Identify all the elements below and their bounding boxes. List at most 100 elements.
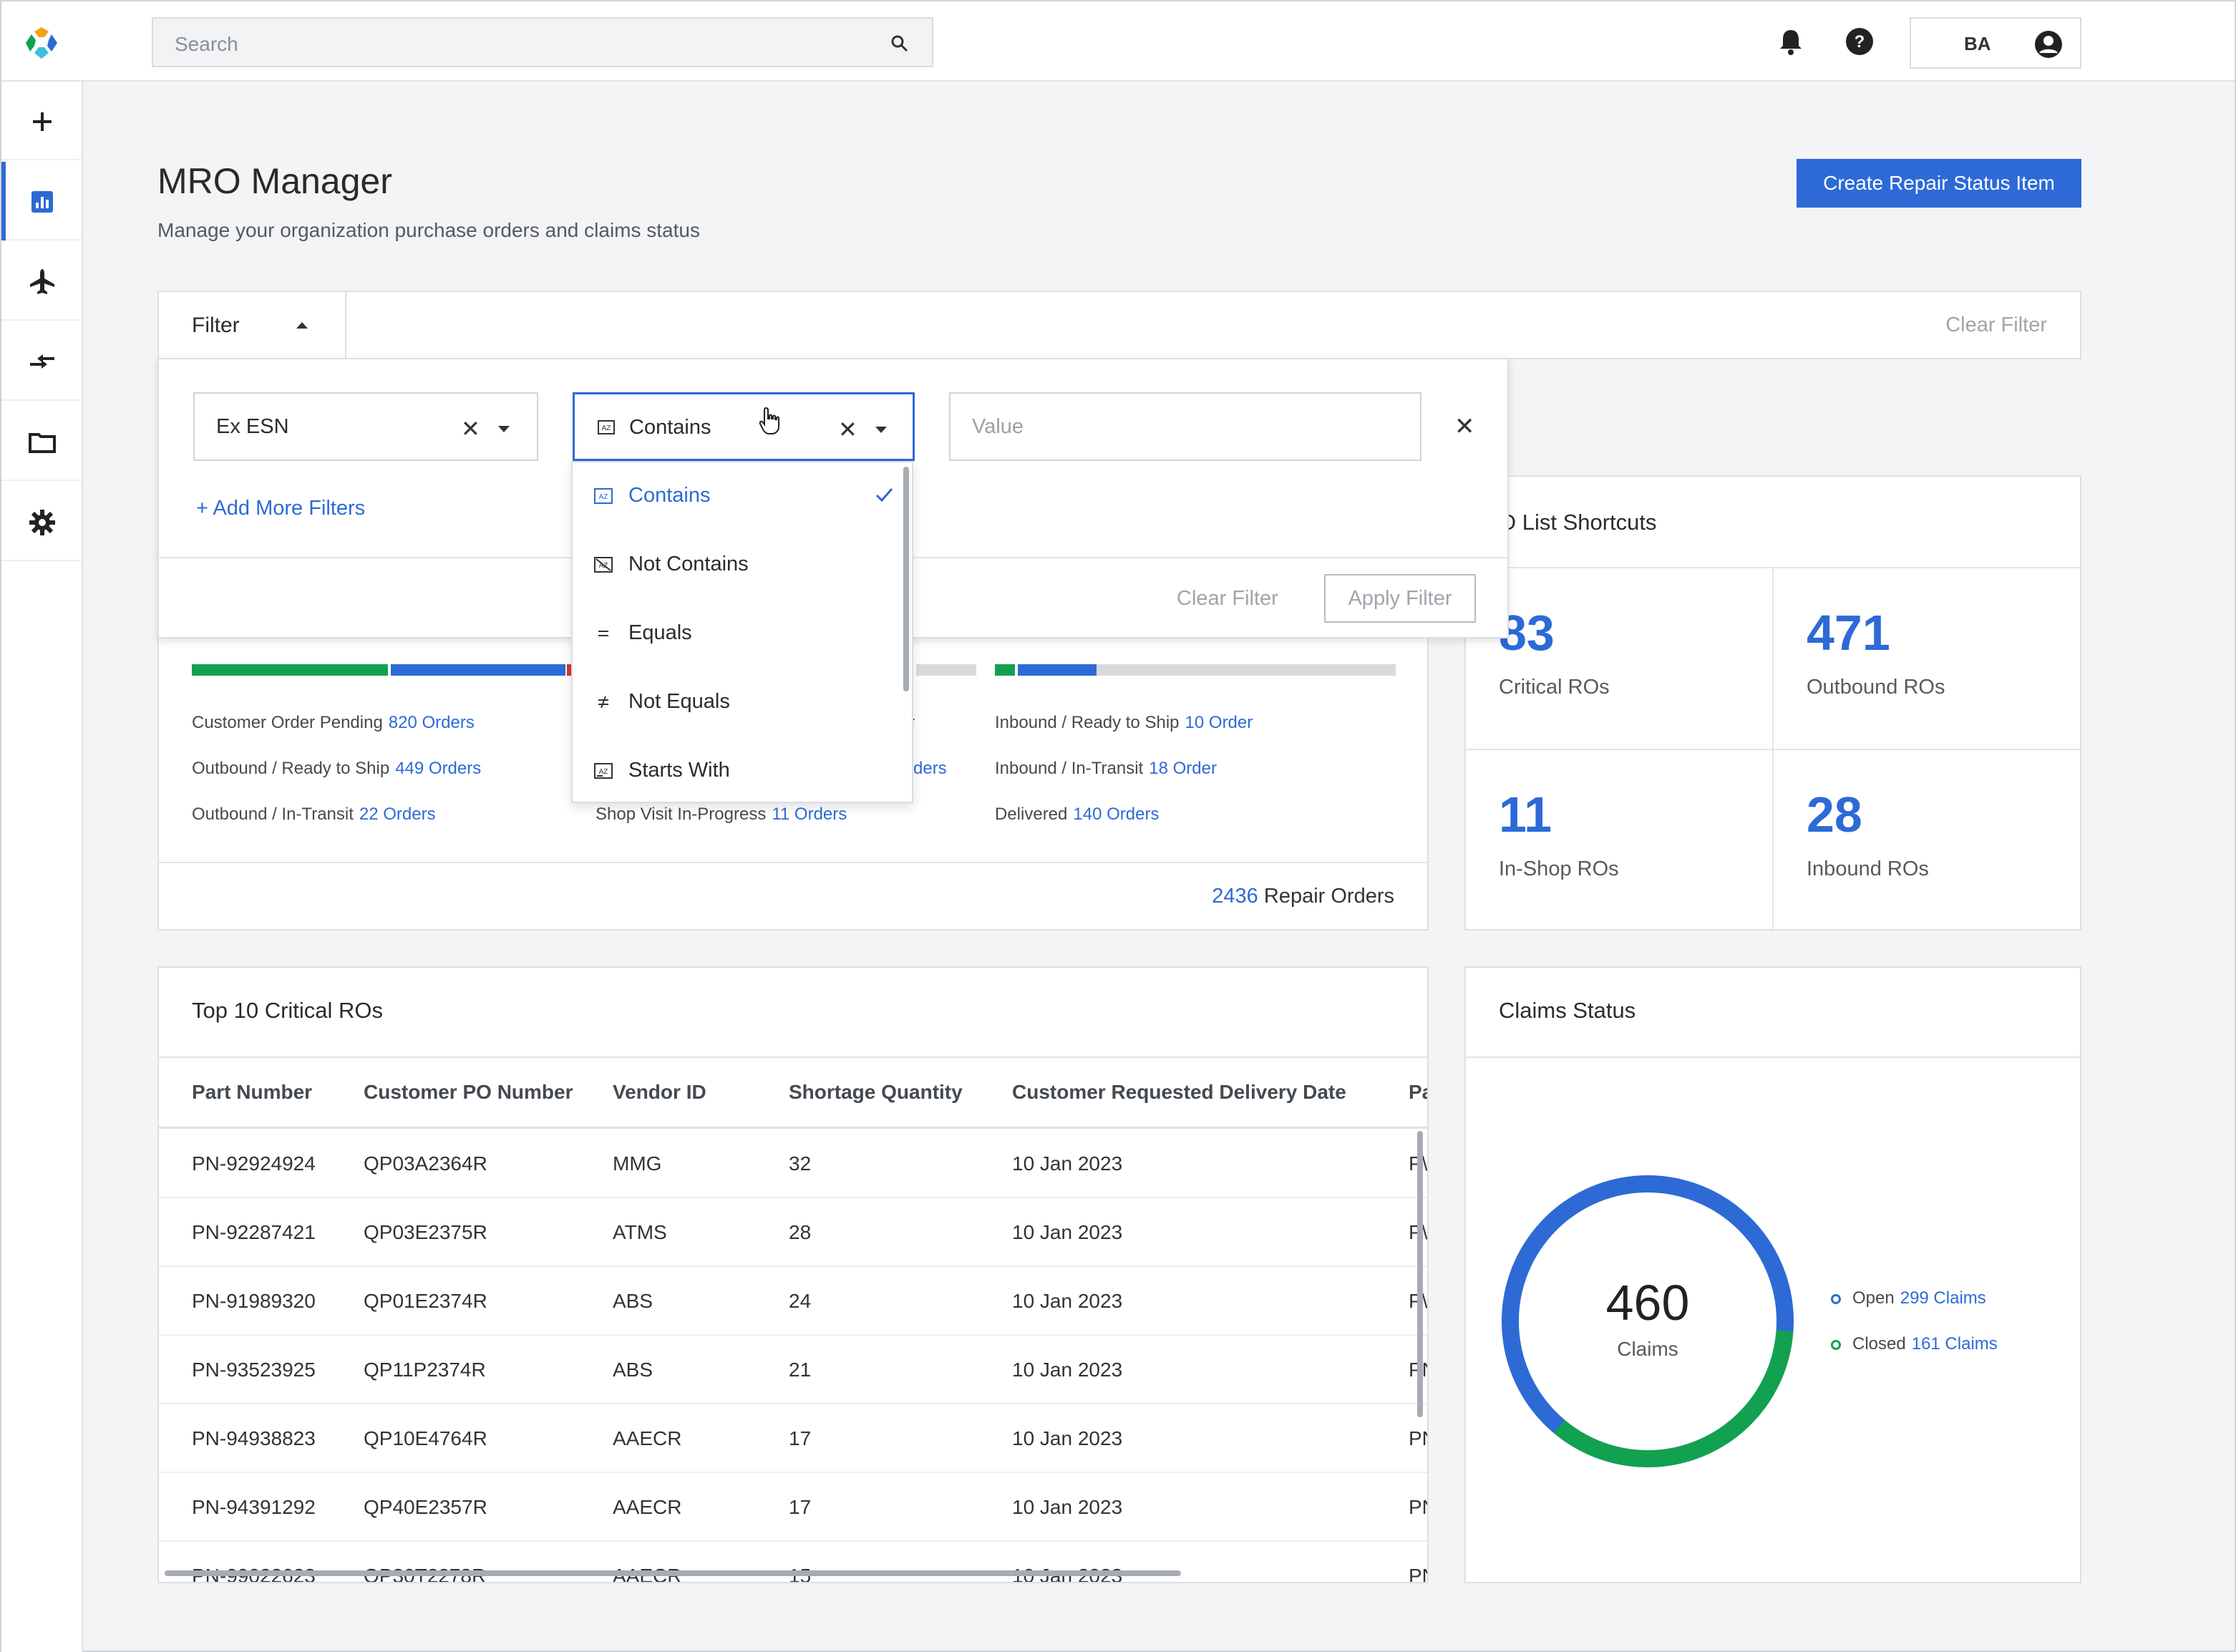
table-row[interactable]: PN-93523925 QP11P2374R ABS 21 10 Jan 202… bbox=[159, 1336, 1427, 1404]
filter-toggle[interactable]: Filter bbox=[159, 292, 346, 359]
option-label: Not Equals bbox=[628, 690, 730, 713]
table-row[interactable]: PN-92924924 QP03A2364R MMG 32 10 Jan 202… bbox=[159, 1129, 1427, 1198]
hand-cursor-icon bbox=[759, 407, 779, 434]
claims-title: Claims Status bbox=[1499, 998, 1636, 1023]
shortcut-in-shop[interactable]: 11 In-Shop ROs bbox=[1466, 750, 1774, 932]
transfer-icon bbox=[30, 354, 54, 369]
operator-option-not-equals[interactable]: Not Equals bbox=[573, 669, 902, 737]
sidebar-item-files[interactable] bbox=[1, 402, 82, 481]
status-label: Delivered bbox=[995, 805, 1068, 824]
option-label: Equals bbox=[628, 621, 692, 644]
column-header-delivery-date[interactable]: Customer Requested Delivery Date bbox=[1012, 1081, 1346, 1104]
claims-donut-chart: 460 Claims bbox=[1502, 1175, 1794, 1467]
column-header-part-number[interactable]: Part Number bbox=[192, 1081, 312, 1104]
table-row[interactable]: PN-99022623 QP30T2278R AAECR 15 10 Jan 2… bbox=[159, 1542, 1427, 1582]
total-repair-orders-link[interactable]: 2436 bbox=[1212, 885, 1258, 908]
bell-icon[interactable] bbox=[1775, 26, 1807, 57]
table-row[interactable]: PN-94938823 QP10E4764R AAECR 17 10 Jan 2… bbox=[159, 1404, 1427, 1473]
svg-text:AZ: AZ bbox=[602, 424, 611, 432]
dropdown-scrollbar[interactable] bbox=[903, 467, 909, 691]
shortcut-critical[interactable]: 83 Critical ROs bbox=[1466, 568, 1774, 750]
operator-option-equals[interactable]: Equals bbox=[573, 600, 902, 669]
status-bar-inbound-green bbox=[995, 664, 1015, 676]
app-logo-icon[interactable] bbox=[23, 24, 60, 62]
chevron-down-icon[interactable] bbox=[498, 426, 510, 432]
sidebar-item-settings[interactable] bbox=[1, 482, 82, 561]
sidebar-item-transfers[interactable] bbox=[1, 322, 82, 401]
sidebar-item-create[interactable] bbox=[1, 82, 82, 160]
help-icon[interactable]: ? bbox=[1844, 26, 1875, 57]
status-link[interactable]: 18 Order bbox=[1149, 759, 1217, 778]
status-item: Outbound / In-Transit 22 Orders bbox=[192, 805, 436, 825]
claims-total-label: Claims bbox=[1617, 1338, 1678, 1360]
claims-status-card: Claims Status 460 Claims Open 299 Claims … bbox=[1464, 966, 2081, 1583]
sidebar bbox=[1, 82, 83, 1652]
status-link[interactable]: 22 Orders bbox=[359, 805, 436, 824]
clear-filter-button[interactable]: Clear Filter bbox=[1177, 587, 1278, 611]
status-link[interactable]: 10 Order bbox=[1185, 713, 1253, 732]
table-row[interactable]: PN-94391292 QP40E2357R AAECR 17 10 Jan 2… bbox=[159, 1473, 1427, 1542]
text-not-contains-icon: AZ bbox=[594, 557, 613, 573]
filter-operator-select[interactable]: AZ Contains ✕ bbox=[573, 392, 915, 461]
clear-operator-icon[interactable]: ✕ bbox=[838, 416, 857, 443]
remove-filter-icon[interactable]: ✕ bbox=[1454, 412, 1475, 441]
clear-field-icon[interactable]: ✕ bbox=[461, 415, 480, 442]
add-more-filters-link[interactable]: + Add More Filters bbox=[196, 497, 365, 520]
closed-claims-link[interactable]: 161 Claims bbox=[1912, 1334, 1998, 1354]
operator-option-contains[interactable]: AZ Contains bbox=[573, 462, 902, 531]
option-label: Contains bbox=[628, 484, 711, 507]
sidebar-item-dashboard[interactable] bbox=[1, 162, 82, 240]
horizontal-scrollbar[interactable] bbox=[165, 1570, 1181, 1576]
closed-legend: Closed 161 Claims bbox=[1852, 1334, 1998, 1354]
shortcut-inbound[interactable]: 28 Inbound ROs bbox=[1774, 750, 2081, 932]
column-header-shortage-qty[interactable]: Shortage Quantity bbox=[789, 1081, 963, 1104]
cell-delivery-date: 10 Jan 2023 bbox=[1012, 1221, 1123, 1243]
status-link-partial[interactable]: rders bbox=[908, 759, 947, 779]
vertical-scrollbar[interactable] bbox=[1417, 1131, 1423, 1417]
text-contains-icon: AZ bbox=[594, 488, 613, 504]
status-item: Delivered 140 Orders bbox=[995, 805, 1159, 825]
claims-total: 460 bbox=[1606, 1275, 1690, 1331]
top-bar: Search ? BA bbox=[1, 1, 2235, 82]
open-claims-link[interactable]: 299 Claims bbox=[1900, 1288, 1986, 1308]
status-link[interactable]: 449 Orders bbox=[395, 759, 481, 778]
column-header-customer-po[interactable]: Customer PO Number bbox=[364, 1081, 573, 1104]
status-link[interactable]: 820 Orders bbox=[389, 713, 475, 732]
status-bar-blue bbox=[391, 664, 565, 676]
clear-filter-link[interactable]: Clear Filter bbox=[1945, 314, 2047, 337]
status-bar-grey-mid bbox=[916, 664, 976, 676]
status-label: Inbound / Ready to Ship bbox=[995, 713, 1180, 732]
status-link[interactable]: 140 Orders bbox=[1073, 805, 1159, 824]
table-row[interactable]: PN-91989320 QP01E2374R ABS 24 10 Jan 202… bbox=[159, 1267, 1427, 1336]
cell-shortage-qty: 32 bbox=[789, 1152, 812, 1175]
cell-customer-po: QP11P2374R bbox=[364, 1359, 486, 1381]
column-header-partial[interactable]: Pa bbox=[1409, 1081, 1427, 1104]
cell-shortage-qty: 21 bbox=[789, 1359, 812, 1381]
user-menu[interactable]: BA bbox=[1910, 17, 2081, 69]
cell-delivery-date: 10 Jan 2023 bbox=[1012, 1359, 1123, 1381]
search-box[interactable]: Search bbox=[152, 17, 933, 67]
filter-value-input[interactable]: Value bbox=[949, 392, 1421, 461]
shortcut-label: Inbound ROs bbox=[1807, 857, 1929, 880]
status-link[interactable]: 11 Orders bbox=[772, 805, 847, 824]
search-placeholder: Search bbox=[175, 33, 238, 55]
column-header-vendor-id[interactable]: Vendor ID bbox=[613, 1081, 706, 1104]
sidebar-item-flights[interactable] bbox=[1, 242, 82, 321]
apply-filter-button[interactable]: Apply Filter bbox=[1324, 574, 1476, 623]
table-row[interactable]: PN-92287421 QP03E2375R ATMS 28 10 Jan 20… bbox=[159, 1198, 1427, 1267]
status-label: Inbound / In-Transit bbox=[995, 759, 1144, 778]
critical-ros-title: Top 10 Critical ROs bbox=[192, 998, 384, 1023]
shortcut-outbound[interactable]: 471 Outbound ROs bbox=[1774, 568, 2081, 750]
operator-option-not-contains[interactable]: AZ Not Contains bbox=[573, 531, 902, 600]
critical-ros-card: Top 10 Critical ROs Part Number Customer… bbox=[157, 966, 1429, 1583]
filter-field-select[interactable]: Ex ESN ✕ bbox=[193, 392, 538, 461]
text-contains-icon: AZ bbox=[598, 420, 615, 434]
status-item: Outbound / Ready to Ship 449 Orders bbox=[192, 759, 481, 779]
operator-option-starts-with[interactable]: AZ Starts With bbox=[573, 737, 902, 806]
not-equals-icon bbox=[598, 696, 608, 709]
header-divider bbox=[159, 1127, 1427, 1129]
caret-up-icon bbox=[296, 322, 308, 329]
search-icon[interactable] bbox=[889, 33, 910, 54]
create-repair-status-button[interactable]: Create Repair Status Item bbox=[1797, 159, 2081, 208]
chevron-down-icon[interactable] bbox=[875, 427, 887, 433]
